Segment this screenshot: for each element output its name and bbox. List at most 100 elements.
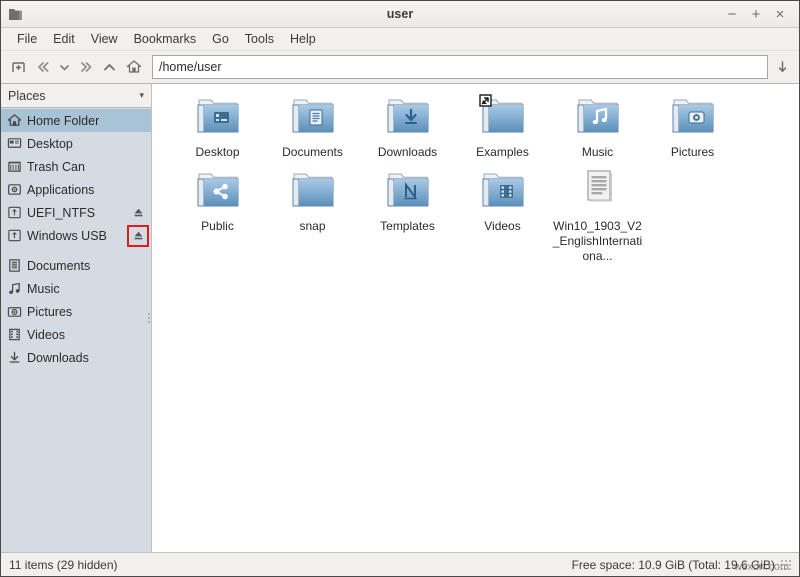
new-tab-icon[interactable] (7, 55, 30, 79)
pictures-icon (7, 304, 22, 319)
menu-edit[interactable]: Edit (45, 30, 83, 48)
sidebar-item-windows-usb[interactable]: Windows USB (1, 224, 151, 247)
sidebar-item-documents[interactable]: Documents (1, 254, 151, 277)
sidebar-item-home-folder[interactable]: Home Folder (1, 109, 151, 132)
file-item-label: Public (172, 219, 264, 234)
file-item-label: Pictures (647, 145, 739, 160)
documents-icon (7, 258, 22, 273)
file-item-label: Examples (457, 145, 549, 160)
file-item-label: Desktop (172, 145, 264, 160)
back-icon[interactable] (31, 55, 54, 79)
menu-bookmarks[interactable]: Bookmarks (126, 30, 205, 48)
sidebar-item-label: UEFI_NTFS (27, 206, 95, 220)
file-item-public[interactable]: Public (170, 166, 265, 264)
sidebar-item-label: Trash Can (27, 160, 85, 174)
menu-help[interactable]: Help (282, 30, 324, 48)
file-manager-window: user − + × File Edit View Bookmarks Go T… (0, 0, 800, 577)
usb-drive-icon (7, 228, 22, 243)
applications-icon (7, 182, 22, 197)
sidebar-item-downloads[interactable]: Downloads (1, 346, 151, 369)
file-item-label: Documents (267, 145, 359, 160)
places-sidebar: Places ▾ Home Folder Desktop (1, 84, 152, 552)
file-item-videos[interactable]: Videos (455, 166, 550, 264)
file-item-documents[interactable]: Documents (265, 92, 360, 166)
symlink-emblem (480, 95, 491, 106)
file-list-pane[interactable]: Desktop (152, 84, 799, 552)
path-input[interactable]: /home/user (152, 55, 768, 79)
sidebar-item-label: Desktop (27, 137, 73, 151)
sidebar-separator (1, 247, 151, 254)
sidebar-item-label: Videos (27, 328, 65, 342)
menu-file[interactable]: File (9, 30, 45, 48)
sidebar-item-pictures[interactable]: Pictures (1, 300, 151, 323)
file-item-desktop[interactable]: Desktop (170, 92, 265, 166)
sidebar-item-desktop[interactable]: Desktop (1, 132, 151, 155)
file-item-pictures[interactable]: Pictures (645, 92, 740, 166)
maximize-button[interactable]: + (745, 4, 767, 24)
folder-icon (479, 94, 527, 142)
file-item-label: Videos (457, 219, 549, 234)
resize-grip[interactable] (781, 560, 791, 570)
minimize-button[interactable]: − (721, 4, 743, 24)
file-item-win10-iso[interactable]: Win10_1903_V2_EnglishInternationa... (550, 166, 645, 264)
sidebar-item-label: Pictures (27, 305, 72, 319)
videos-icon (7, 327, 22, 342)
menu-bar: File Edit View Bookmarks Go Tools Help (1, 28, 799, 51)
close-button[interactable]: × (769, 4, 791, 24)
status-bar: 11 items (29 hidden) Free space: 10.9 Gi… (1, 552, 799, 576)
free-space-label: Free space: 10.9 GiB (Total: 19.6 GiB) (572, 558, 775, 572)
chevron-down-icon[interactable] (55, 55, 73, 79)
file-item-examples[interactable]: Examples (455, 92, 550, 166)
sidebar-item-trash-can[interactable]: Trash Can (1, 155, 151, 178)
places-dropdown-icon[interactable]: ▾ (139, 90, 144, 101)
folder-icon (194, 168, 242, 216)
menu-view[interactable]: View (83, 30, 126, 48)
folder-icon (384, 168, 432, 216)
home-icon (7, 113, 22, 128)
usb-drive-icon (7, 205, 22, 220)
up-icon[interactable] (98, 55, 121, 79)
sidebar-item-music[interactable]: Music (1, 277, 151, 300)
downloads-icon (7, 350, 22, 365)
places-title: Places (8, 89, 46, 103)
sidebar-item-uefi-ntfs[interactable]: UEFI_NTFS (1, 201, 151, 224)
sidebar-item-videos[interactable]: Videos (1, 323, 151, 346)
menu-tools[interactable]: Tools (237, 30, 282, 48)
item-count-label: 11 items (29 hidden) (9, 558, 118, 572)
free-space-label-wrap: Free space: 10.9 GiB (Total: 19.6 GiB) (572, 558, 791, 572)
path-dropdown-icon[interactable] (771, 60, 793, 74)
sidebar-item-label: Music (27, 282, 60, 296)
title-bar: user − + × (1, 1, 799, 28)
sidebar-item-label: Home Folder (27, 114, 99, 128)
window-folder-icon (1, 7, 31, 22)
places-list: Home Folder Desktop Trash Can (1, 108, 151, 552)
home-icon[interactable] (122, 55, 145, 79)
desktop-icon (7, 136, 22, 151)
sidebar-item-applications[interactable]: Applications (1, 178, 151, 201)
music-icon (7, 281, 22, 296)
folder-icon (669, 94, 717, 142)
file-item-music[interactable]: Music (550, 92, 645, 166)
file-item-label: Music (552, 145, 644, 160)
file-item-label: Win10_1903_V2_EnglishInternationa... (552, 219, 644, 264)
menu-go[interactable]: Go (204, 30, 237, 48)
file-item-downloads[interactable]: Downloads (360, 92, 455, 166)
sidebar-splitter-handle[interactable] (148, 313, 150, 323)
toolbar: /home/user (1, 51, 799, 84)
folder-icon (574, 94, 622, 142)
folder-icon (289, 94, 337, 142)
file-item-templates[interactable]: Templates (360, 166, 455, 264)
places-header[interactable]: Places ▾ (1, 84, 151, 108)
path-text: /home/user (159, 60, 222, 74)
content-area: Places ▾ Home Folder Desktop (1, 84, 799, 552)
trash-icon (7, 159, 22, 174)
file-item-label: Templates (362, 219, 454, 234)
icon-grid: Desktop (170, 92, 793, 264)
folder-icon (384, 94, 432, 142)
sidebar-item-label: Documents (27, 259, 90, 273)
forward-icon[interactable] (74, 55, 97, 79)
eject-button-uefi-ntfs[interactable] (129, 204, 147, 222)
eject-button-windows-usb[interactable] (129, 227, 147, 245)
file-item-snap[interactable]: snap (265, 166, 360, 264)
file-item-label: Downloads (362, 145, 454, 160)
